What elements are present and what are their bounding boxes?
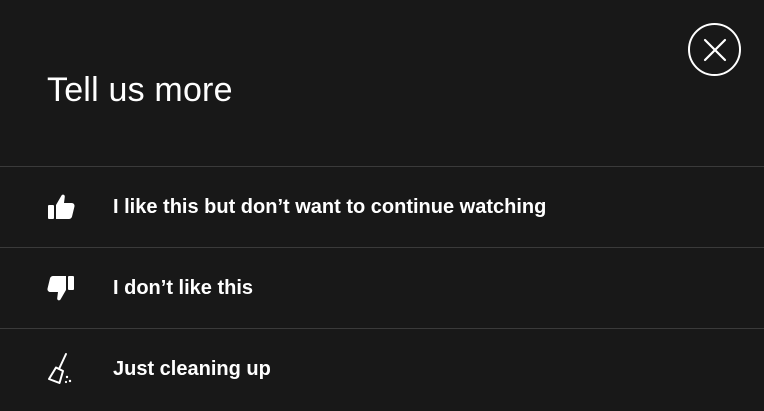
feedback-options: I like this but don’t want to continue w…: [0, 166, 764, 409]
option-label: Just cleaning up: [113, 358, 271, 380]
option-dislike[interactable]: I don’t like this: [0, 247, 764, 328]
close-icon: [703, 38, 726, 61]
feedback-dialog: Tell us more I like this but don’t want …: [0, 0, 764, 411]
broom-icon: [44, 352, 78, 386]
option-like-but-stop[interactable]: I like this but don’t want to continue w…: [0, 166, 764, 247]
option-label: I don’t like this: [113, 277, 254, 299]
option-label: I like this but don’t want to continue w…: [113, 196, 547, 218]
option-cleaning-up[interactable]: Just cleaning up: [0, 328, 764, 409]
thumbs-down-icon: [44, 271, 78, 305]
thumbs-up-icon: [44, 190, 78, 224]
dialog-header: Tell us more: [0, 0, 764, 166]
dialog-title: Tell us more: [47, 71, 233, 109]
close-button[interactable]: [688, 23, 741, 76]
